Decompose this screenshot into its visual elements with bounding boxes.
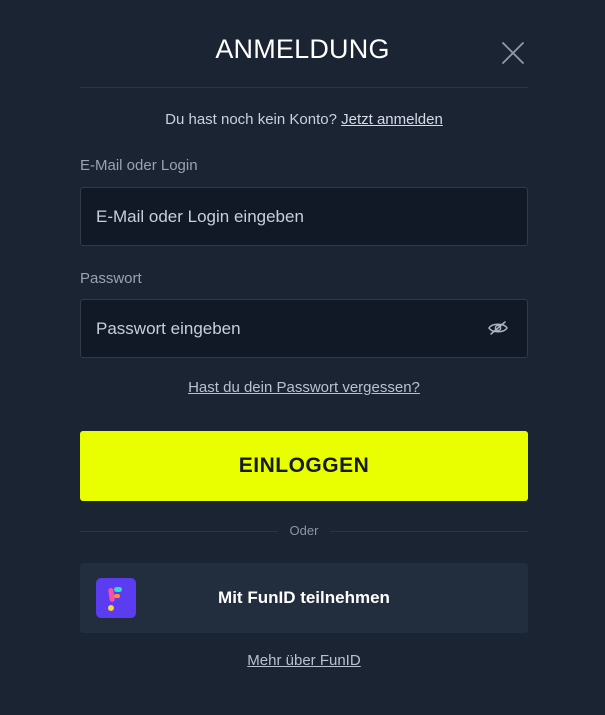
- login-modal: ANMELDUNG Du hast noch kein Konto? Jetzt…: [0, 0, 605, 715]
- or-divider: Oder: [80, 521, 528, 541]
- password-visibility-toggle[interactable]: [487, 319, 509, 337]
- password-input-container: [80, 299, 528, 358]
- email-input[interactable]: [96, 188, 476, 245]
- signup-prompt-row: Du hast noch kein Konto? Jetzt anmelden: [80, 111, 528, 128]
- funid-button[interactable]: Mit FunID teilnehmen: [80, 563, 528, 633]
- close-button[interactable]: [502, 42, 524, 64]
- email-input-container: [80, 187, 528, 246]
- more-about-funid-link[interactable]: Mehr über FunID: [80, 652, 528, 669]
- eye-off-icon: [488, 321, 508, 335]
- password-label: Passwort: [80, 270, 142, 287]
- forgot-password-link[interactable]: Hast du dein Passwort vergessen?: [80, 379, 528, 396]
- email-label: E-Mail oder Login: [80, 157, 198, 174]
- close-icon: [502, 42, 524, 64]
- signup-link[interactable]: Jetzt anmelden: [341, 111, 443, 128]
- signup-prompt-text: Du hast noch kein Konto?: [165, 111, 337, 128]
- header-divider: [80, 87, 528, 88]
- password-input[interactable]: [96, 300, 476, 357]
- or-divider-line-right: [330, 531, 528, 532]
- login-button[interactable]: EINLOGGEN: [80, 431, 528, 501]
- funid-button-label: Mit FunID teilnehmen: [218, 588, 390, 607]
